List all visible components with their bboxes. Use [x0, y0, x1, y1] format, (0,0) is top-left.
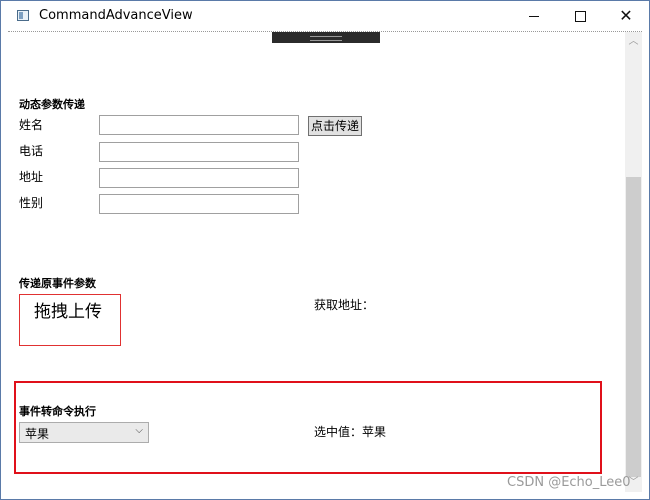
address-result-label: 获取地址： — [314, 298, 375, 312]
gender-input[interactable] — [99, 194, 299, 214]
minimize-button[interactable] — [511, 1, 557, 31]
chevron-down-icon: ⌵ — [135, 425, 143, 436]
field-label-gender: 性别 — [19, 196, 44, 210]
section-title-event-args: 传递原事件参数 — [19, 277, 96, 290]
submit-button[interactable]: 点击传递 — [308, 116, 363, 136]
drop-upload-label: 拖拽上传 — [34, 302, 102, 322]
maximize-button[interactable] — [557, 1, 603, 31]
title-bar[interactable]: CommandAdvanceView ✕ — [1, 1, 649, 31]
client-area: 动态参数传递 姓名 点击传递 电话 地址 性别 传递原事件参数 拖拽上传 获取地… — [8, 31, 642, 492]
selected-value-label: 选中值：苹果 — [314, 425, 387, 439]
maximize-icon — [574, 10, 586, 22]
drop-upload-area[interactable]: 拖拽上传 — [19, 294, 121, 346]
field-label-name: 姓名 — [19, 118, 44, 132]
phone-input[interactable] — [99, 142, 299, 162]
debug-toolbar-handle[interactable] — [272, 32, 380, 43]
scroll-up-icon[interactable]: ︿ — [625, 34, 642, 50]
minimize-icon — [529, 15, 539, 17]
section-title-event-command: 事件转命令执行 — [19, 405, 96, 418]
field-label-address: 地址 — [19, 170, 44, 184]
section-title-dynamic: 动态参数传递 — [19, 98, 85, 111]
fruit-combobox[interactable]: 苹果 ⌵ — [19, 422, 149, 443]
address-input[interactable] — [99, 168, 299, 188]
close-icon: ✕ — [619, 6, 633, 25]
field-label-phone: 电话 — [19, 144, 44, 158]
app-window-icon — [17, 10, 29, 21]
watermark: CSDN @Echo_Lee0 — [507, 475, 631, 490]
name-input[interactable] — [99, 115, 299, 135]
app-window: CommandAdvanceView ✕ 动态参数传递 姓名 点击传递 电话 地… — [0, 0, 650, 500]
window-title: CommandAdvanceView — [39, 8, 193, 23]
close-button[interactable]: ✕ — [603, 1, 649, 31]
scrollbar-thumb[interactable] — [626, 177, 641, 477]
vertical-scrollbar[interactable]: ︿ ﹀ — [625, 32, 642, 492]
combo-selected-value: 苹果 — [25, 427, 50, 441]
